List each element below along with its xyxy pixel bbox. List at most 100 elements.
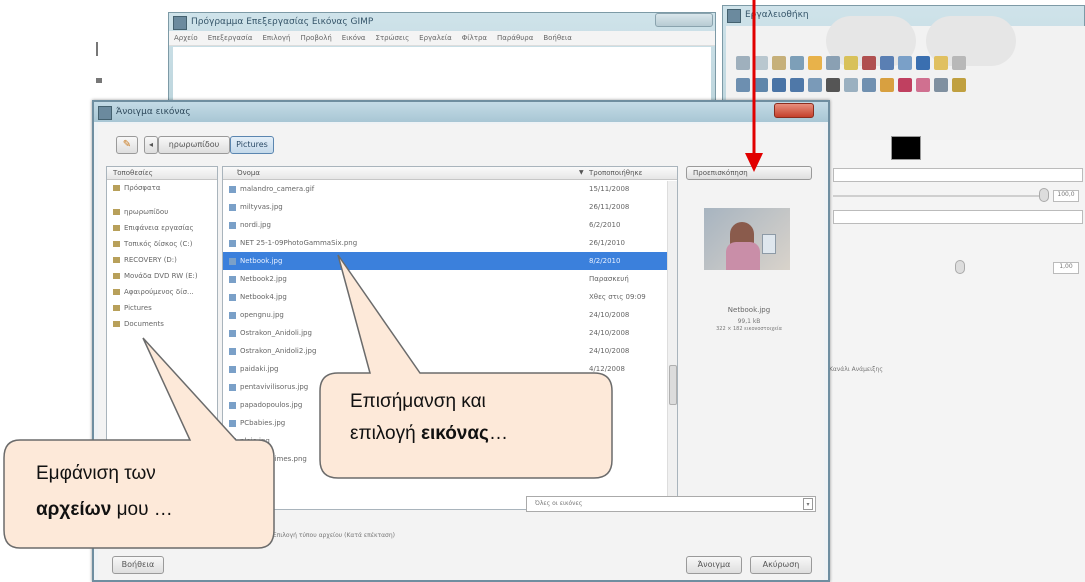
brush-select[interactable]	[833, 210, 1083, 224]
mode-select[interactable]	[833, 168, 1083, 182]
column-name-header[interactable]: Όνομα	[237, 167, 260, 179]
tool-button-icon[interactable]	[736, 56, 750, 70]
tool-button-icon[interactable]	[772, 56, 786, 70]
tool-button-icon[interactable]	[862, 56, 876, 70]
gimp-menu-item[interactable]: Στρώσεις	[376, 34, 410, 42]
gimp-menu-item[interactable]: Εργαλεία	[419, 34, 452, 42]
tool-button-icon[interactable]	[862, 78, 876, 92]
file-row[interactable]: NET 25-1-09PhotoGammaSix.png 26/1/2010	[223, 234, 677, 252]
help-button[interactable]: Βοήθεια	[112, 556, 164, 574]
places-item[interactable]: Documents	[107, 316, 217, 332]
image-file-icon	[229, 437, 236, 445]
left-edge-mark-2	[96, 78, 102, 83]
dialog-close-button[interactable]	[774, 103, 814, 118]
file-row[interactable]: malandro_camera.gif 15/11/2008	[223, 180, 677, 198]
path-button-home[interactable]: ηρωρωπίδου	[158, 136, 230, 154]
tool-button-icon[interactable]	[934, 56, 948, 70]
places-list: Πρόσφατα ηρωρωπίδου Επιφάνεια εργασίας Τοπι…	[107, 180, 217, 332]
file-row[interactable]: Netbook2.jpg Παρασκευή	[223, 270, 677, 288]
image-file-icon	[229, 221, 236, 229]
gimp-menu-item[interactable]: Φίλτρα	[462, 34, 487, 42]
cancel-button[interactable]: Ακύρωση	[750, 556, 812, 574]
file-row[interactable]: pthatheorimes.png 2010	[223, 450, 677, 468]
tool-button-icon[interactable]	[808, 78, 822, 92]
gimp-menu-item[interactable]: Επεξεργασία	[208, 34, 253, 42]
opacity-slider-handle[interactable]	[1039, 188, 1049, 202]
tool-button-icon[interactable]	[916, 78, 930, 92]
file-row[interactable]: Ostrakon_Anidoli2.jpg 24/10/2008	[223, 342, 677, 360]
file-name: papadopoulos.jpg	[240, 401, 303, 409]
preview-pane: Προεπισκόπηση Netbook.jpg 99,1 kB 322 × …	[686, 166, 816, 510]
file-type-filter-select[interactable]: Όλες οι εικόνες ▾	[526, 496, 816, 512]
tool-button-icon[interactable]	[844, 56, 858, 70]
file-row[interactable]: opengnu.jpg 24/10/2008	[223, 306, 677, 324]
file-list-scrollbar[interactable]	[667, 181, 677, 509]
file-name: opengnu.jpg	[240, 311, 284, 319]
scale-value[interactable]: 1,00	[1053, 262, 1079, 274]
file-row[interactable]: miltyvas.jpg 26/11/2008	[223, 198, 677, 216]
gimp-window-controls[interactable]	[655, 13, 713, 27]
places-item[interactable]: Pictures	[107, 300, 217, 316]
file-modified: 26/1/2010	[589, 239, 625, 247]
file-modified: 24/10/2008	[589, 347, 630, 355]
opacity-value[interactable]: 100,0	[1053, 190, 1079, 202]
tool-button-icon[interactable]	[844, 78, 858, 92]
tool-button-icon[interactable]	[790, 78, 804, 92]
tool-button-icon[interactable]	[808, 56, 822, 70]
fg-color-swatch[interactable]	[891, 136, 921, 160]
places-item[interactable]: Μονάδα DVD RW (E:)	[107, 268, 217, 284]
tool-button-icon[interactable]	[754, 78, 768, 92]
tool-button-icon[interactable]	[916, 56, 930, 70]
tool-button-icon[interactable]	[826, 78, 840, 92]
places-item[interactable]: Πρόσφατα	[107, 180, 217, 196]
file-row[interactable]: Netbook.jpg 8/2/2010	[223, 252, 677, 270]
gimp-menubar: Αρχείο Επεξεργασία Επιλογή Προβολή Εικόνα Στρ…	[169, 31, 715, 46]
callout-files-line1: Επισήμανση και	[350, 391, 486, 412]
places-item[interactable]: RECOVERY (D:)	[107, 252, 217, 268]
opacity-slider-track[interactable]	[833, 195, 1043, 197]
thumbnail-figure-body	[726, 242, 760, 270]
file-name: Ostrakon_Anidoli2.jpg	[240, 347, 317, 355]
column-modified-header[interactable]: Τροποποιήθηκε	[589, 167, 642, 179]
tool-button-icon[interactable]	[772, 78, 786, 92]
type-location-button[interactable]: ✎	[116, 136, 138, 154]
places-item[interactable]: Αφαιρούμενος δίσ...	[107, 284, 217, 300]
file-row[interactable]: Netbook4.jpg Χθες στις 09:09	[223, 288, 677, 306]
places-item[interactable]: Τοπικός δίσκος (C:)	[107, 236, 217, 252]
scrollbar-thumb[interactable]	[669, 365, 677, 405]
gimp-menu-item[interactable]: Προβολή	[300, 34, 331, 42]
sort-arrow-icon: ▼	[579, 169, 584, 176]
tool-button-icon[interactable]	[934, 78, 948, 92]
tool-button-icon[interactable]	[952, 78, 966, 92]
places-item[interactable]: ηρωρωπίδου	[107, 204, 217, 220]
image-file-icon	[229, 401, 236, 409]
preview-header-button[interactable]: Προεπισκόπηση	[686, 166, 812, 180]
file-row[interactable]: nordi.jpg 6/2/2010	[223, 216, 677, 234]
places-item[interactable]: Επιφάνεια εργασίας	[107, 220, 217, 236]
tool-button-icon[interactable]	[790, 56, 804, 70]
file-row[interactable]: Ostrakon_Anidoli.jpg 24/10/2008	[223, 324, 677, 342]
file-row[interactable]: paidaki.jpg 4/12/2008	[223, 360, 677, 378]
open-button[interactable]: Άνοιγμα	[686, 556, 742, 574]
scale-slider-handle[interactable]	[955, 260, 965, 274]
path-button-pictures[interactable]: Pictures	[230, 136, 274, 154]
tool-button-icon[interactable]	[898, 56, 912, 70]
gimp-menu-item[interactable]: Βοήθεια	[543, 34, 572, 42]
tool-button-icon[interactable]	[880, 78, 894, 92]
tool-button-icon[interactable]	[736, 78, 750, 92]
gimp-menu-item[interactable]: Επιλογή	[262, 34, 290, 42]
select-file-type-expander[interactable]: ▸ Επιλογή τύπου αρχείου (Κατά επέκταση)	[268, 532, 395, 539]
tool-button-icon[interactable]	[898, 78, 912, 92]
gimp-menu-item[interactable]: Εικόνα	[342, 34, 366, 42]
folder-icon	[113, 209, 120, 215]
tool-button-icon[interactable]	[826, 56, 840, 70]
file-name: malandro_camera.gif	[240, 185, 315, 193]
tool-button-icon[interactable]	[952, 56, 966, 70]
tool-button-icon[interactable]	[754, 56, 768, 70]
image-file-icon	[229, 365, 236, 373]
gimp-menu-item[interactable]: Παράθυρα	[497, 34, 533, 42]
tool-button-icon[interactable]	[880, 56, 894, 70]
path-back-button[interactable]: ◂	[144, 136, 158, 154]
cancel-button-label: Ακύρωση	[762, 560, 800, 569]
gimp-menu-item[interactable]: Αρχείο	[174, 34, 198, 42]
